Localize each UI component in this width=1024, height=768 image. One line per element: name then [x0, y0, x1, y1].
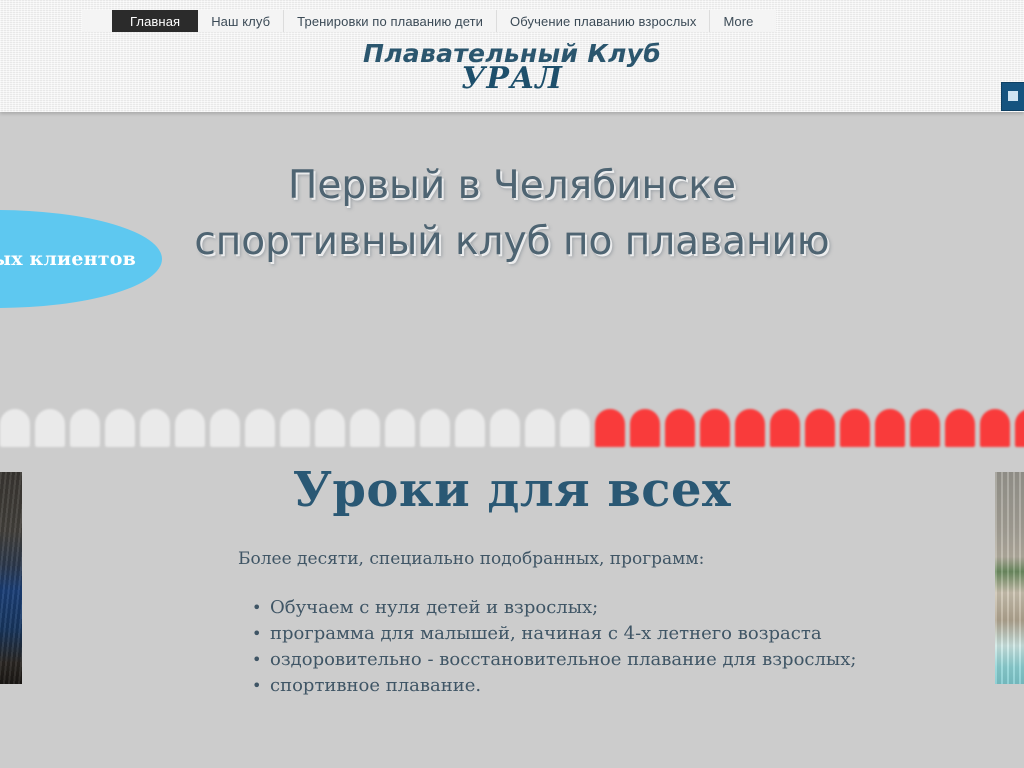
swim-cap: [140, 409, 170, 447]
swim-cap: [875, 409, 905, 447]
swim-cap: [735, 409, 765, 447]
list-item: Обучаем с нуля детей и взрослых;: [252, 596, 860, 620]
swim-caps-divider: [0, 409, 1024, 449]
swim-cap: [420, 409, 450, 447]
nav-item-more[interactable]: More: [710, 10, 775, 32]
swim-cap: [980, 409, 1010, 447]
hero-line-1: Первый в Челябинске: [288, 163, 736, 208]
list-item: программа для малышей, начиная с 4-х лет…: [252, 622, 860, 646]
main-navigation: Главная Наш клуб Тренировки по плаванию …: [82, 10, 776, 32]
swim-cap: [210, 409, 240, 447]
lessons-title: Уроки для всех: [292, 462, 732, 518]
swim-cap: [525, 409, 555, 447]
nav-item-label: Наш клуб: [211, 13, 271, 29]
swim-cap: [245, 409, 275, 447]
clients-badge-label: ных клиентов: [0, 248, 136, 270]
swim-cap: [315, 409, 345, 447]
nav-item-label: More: [723, 13, 754, 29]
swim-cap: [455, 409, 485, 447]
swim-cap: [1015, 409, 1024, 447]
swim-cap: [385, 409, 415, 447]
swim-cap: [490, 409, 520, 447]
nav-item-label: Тренировки по плаванию дети: [297, 13, 484, 29]
swim-cap: [175, 409, 205, 447]
nav-item-label: Обучение плаванию взрослых: [510, 13, 697, 29]
swim-cap: [280, 409, 310, 447]
site-logo[interactable]: Плавательный Клуб УРАЛ: [0, 41, 1024, 94]
swim-cap: [910, 409, 940, 447]
lessons-bullet-list: Обучаем с нуля детей и взрослых; програм…: [240, 596, 860, 700]
list-item: спортивное плавание.: [252, 674, 860, 698]
swim-cap: [945, 409, 975, 447]
swim-cap: [350, 409, 380, 447]
nav-item-label: Главная: [130, 13, 181, 29]
swim-cap: [70, 409, 100, 447]
swim-cap: [700, 409, 730, 447]
list-item: оздоровительно - восстановительное плава…: [252, 648, 860, 672]
swim-cap: [630, 409, 660, 447]
nav-item-kids-training[interactable]: Тренировки по плаванию дети: [284, 10, 498, 32]
nav-item-home[interactable]: Главная: [112, 10, 199, 32]
lessons-lead-text: Более десяти, специально подобранных, пр…: [238, 549, 705, 569]
corner-badge-button[interactable]: [1001, 82, 1024, 111]
swim-cap: [770, 409, 800, 447]
swim-cap: [805, 409, 835, 447]
swim-cap: [560, 409, 590, 447]
swim-cap: [105, 409, 135, 447]
swim-cap: [0, 409, 30, 447]
logo-line-secondary: УРАЛ: [461, 61, 563, 96]
swim-cap: [35, 409, 65, 447]
swim-cap: [840, 409, 870, 447]
site-header: Главная Наш клуб Тренировки по плаванию …: [0, 0, 1024, 112]
swim-cap: [595, 409, 625, 447]
swim-cap: [665, 409, 695, 447]
nav-item-our-club[interactable]: Наш клуб: [198, 10, 285, 32]
nav-left-spacer: [82, 10, 112, 32]
nav-item-adults-training[interactable]: Обучение плаванию взрослых: [497, 10, 711, 32]
